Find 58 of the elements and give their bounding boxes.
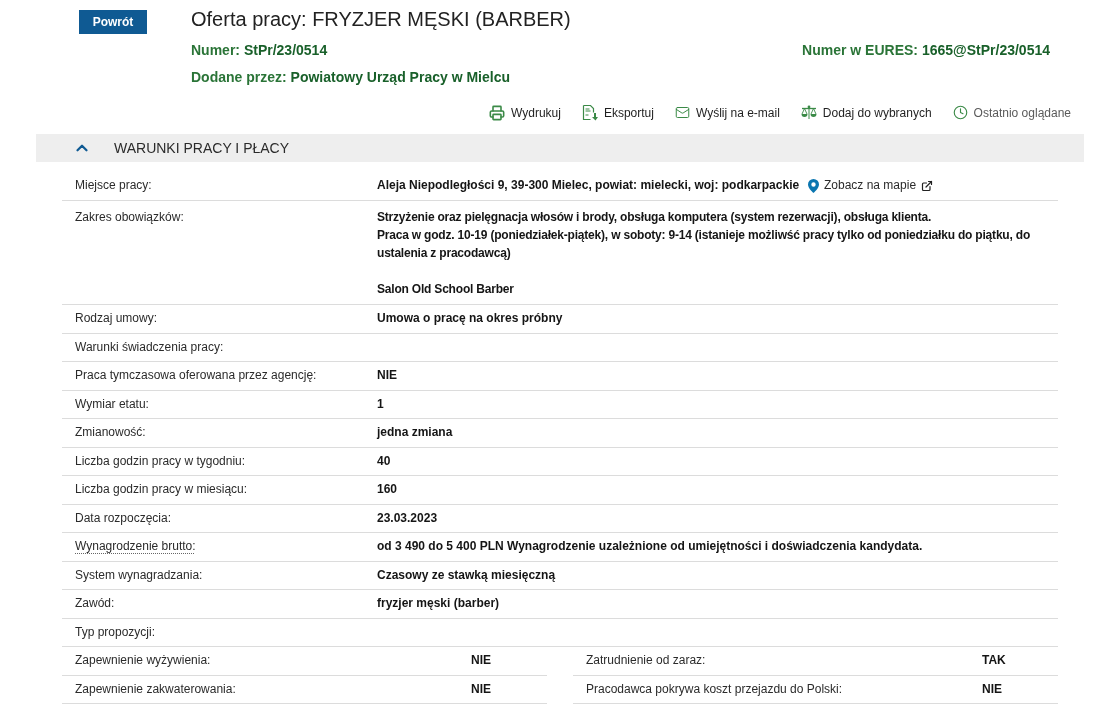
field-value: Strzyżenie oraz pielęgnacja włosów i brody, obsługa komputera (system rezerwacji), obsługa klienta. (377, 209, 933, 226)
field-value: Salon Old School Barber (377, 281, 515, 298)
field-label: Wymiar etatu: (75, 396, 149, 412)
field-value: od 3 490 do 5 400 PLN Wynagrodzenie uzależnione od umiejętności i doświadczenia kandydata. (377, 539, 923, 555)
field-label: Zapewnienie wyżywienia: (75, 653, 211, 669)
field-value: jedna zmiana (377, 425, 453, 441)
eures-number-label: Numer w EURES: (802, 42, 919, 58)
field-label: Liczba godzin pracy w tygodniu: (75, 453, 246, 469)
field-label: Typ propozycji: (75, 624, 156, 640)
field-label: Zatrudnienie od zaraz: (586, 653, 706, 669)
offer-number-value: StPr/23/0514 (243, 42, 328, 58)
field-value: TAK (982, 653, 1006, 669)
field-value: 1 (377, 396, 384, 412)
field-label: Zakres obowiązków: (75, 209, 184, 226)
field-value: NIE (377, 368, 397, 384)
field-label: Miejsce pracy: (75, 178, 152, 193)
field-label: Warunki świadczenia pracy: (75, 339, 224, 355)
toolbar-action[interactable]: Ostatnio oglądane (952, 104, 1071, 121)
field-value: 40 (377, 453, 391, 469)
field-label: Rodzaj umowy: (75, 311, 158, 327)
field-label: Praca tymczasowa oferowana przez agencję: (75, 368, 317, 384)
field-label: Pracodawca pokrywa koszt przejazdu do Polski: (586, 681, 843, 697)
field-label: Zmianowość: (75, 425, 146, 441)
field-value: 160 (377, 482, 398, 498)
section-header[interactable]: WARUNKI PRACY I PŁACY (36, 134, 1084, 162)
field-label: Wynagrodzenie brutto: (75, 539, 196, 555)
printer-icon (489, 104, 505, 121)
document-export-icon (581, 104, 598, 121)
map-link[interactable]: Zobacz na mapie (808, 178, 934, 193)
external-link-icon (921, 179, 934, 192)
field-value: fryzjer męski (barber) (377, 596, 500, 612)
field-label: Data rozpoczęcia: (75, 510, 172, 526)
map-pin-icon (808, 178, 819, 193)
field-value: 23.03.2023 (377, 510, 438, 526)
field-value: NIE (471, 653, 491, 669)
field-value: Czasowy ze stawką miesięczną (377, 567, 556, 583)
toolbar-action[interactable]: Dodaj do wybranych (800, 104, 932, 121)
field-value: Praca w godz. 10-19 (poniedziałek-piątek), w soboty: 9-14 (istanieje możliwść pracy tylko od poniedziałku do piątku, do ustalenia z pracodawcą) (377, 227, 1032, 262)
toolbar-action[interactable]: Wyślij na e-mail (674, 104, 780, 121)
back-button[interactable]: Powrót (79, 10, 147, 34)
mail-icon (674, 105, 690, 120)
field-label: Zapewnienie zakwaterowania: (75, 681, 236, 697)
toolbar-action[interactable]: Wydrukuj (489, 104, 561, 121)
field-value: Umowa o pracę na okres próbny (377, 311, 563, 327)
toolbar-action[interactable]: Eksportuj (581, 104, 654, 121)
added-by-value: Powiatowy Urząd Pracy w Mielcu (290, 69, 510, 85)
added-by-label: Dodane przez: (191, 69, 287, 85)
field-value: NIE (982, 681, 1002, 697)
field-value: Aleja Niepodległości 9, 39-300 Mielec, powiat: mielecki, woj: podkarpackie (377, 178, 800, 193)
eures-number-value: 1665@StPr/23/0514 (921, 42, 1050, 58)
field-label: Zawód: (75, 596, 115, 612)
field-value: NIE (471, 681, 491, 697)
page-title: Oferta pracy: FRYZJER MĘSKI (BARBER) (191, 9, 571, 29)
scales-icon (800, 105, 817, 120)
offer-number-label: Numer: (191, 42, 240, 58)
field-label: System wynagradzania: (75, 567, 203, 583)
field-label: Liczba godzin pracy w miesiącu: (75, 482, 248, 498)
clock-icon (952, 105, 968, 120)
